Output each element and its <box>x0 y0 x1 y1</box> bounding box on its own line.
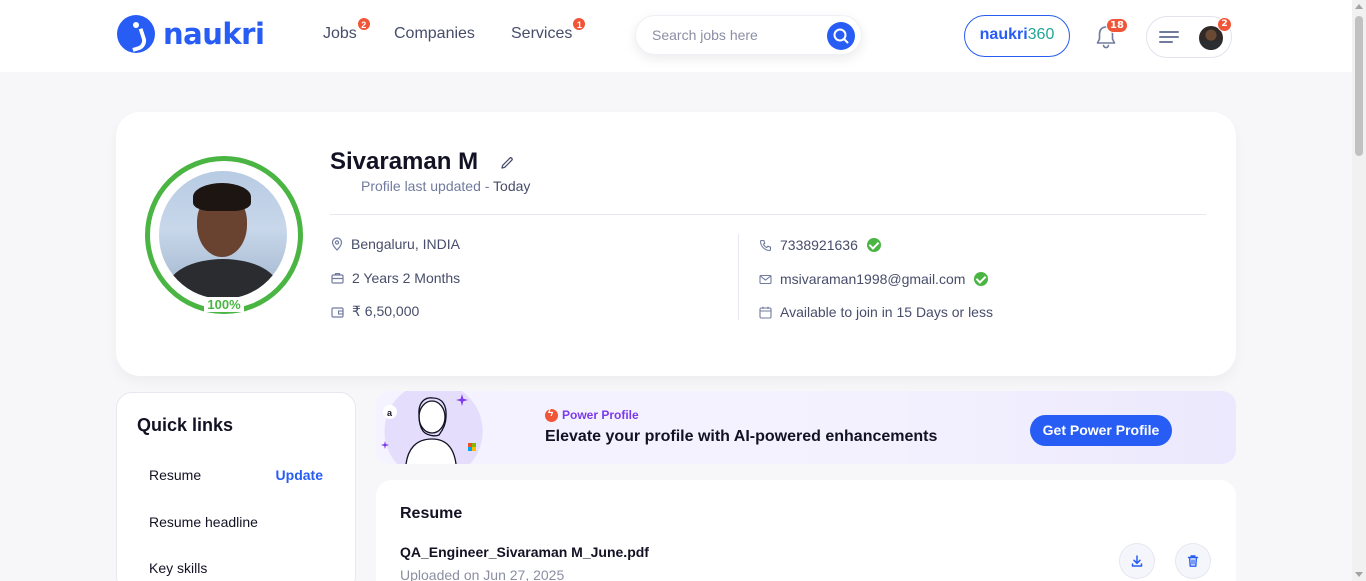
resume-update-link[interactable]: Update <box>276 467 323 483</box>
profile-column-divider <box>738 234 739 320</box>
delete-resume-button[interactable] <box>1175 543 1211 579</box>
top-header: naukri Jobs 2 Companies Services 1 Searc… <box>0 0 1352 72</box>
resume-file-name[interactable]: QA_Engineer_Sivaraman M_June.pdf <box>400 544 649 560</box>
power-profile-banner: a Power Profile Elevate your profile wit… <box>376 391 1236 464</box>
search-icon <box>833 28 849 44</box>
quick-links-panel: Quick links Resume Update Resume headlin… <box>116 392 356 581</box>
experience-text: 2 Years 2 Months <box>352 270 461 286</box>
edit-pencil-icon[interactable] <box>499 155 515 171</box>
updated-label: Profile last updated - <box>361 178 494 194</box>
avatar-badge: 2 <box>1217 17 1232 32</box>
email-verified-icon <box>974 272 989 286</box>
email-text: msivaraman1998@gmail.com <box>780 271 966 287</box>
quick-link-resume-headline[interactable]: Resume headline <box>149 514 258 530</box>
phone-text: 7338921636 <box>780 237 858 253</box>
wallet-icon <box>331 306 344 318</box>
woman-illustration-icon: a <box>381 394 476 464</box>
profile-last-updated: Profile last updated - Today <box>361 178 530 194</box>
resume-card: Resume QA_Engineer_Sivaraman M_June.pdf … <box>376 480 1236 581</box>
power-profile-title: Elevate your profile with AI-powered enh… <box>545 428 938 445</box>
resume-title: Resume <box>400 505 463 522</box>
calendar-icon <box>759 306 772 319</box>
nav-services[interactable]: Services 1 <box>511 17 587 43</box>
quick-link-key-skills[interactable]: Key skills <box>149 560 207 576</box>
scroll-up-arrow-icon[interactable] <box>1355 4 1363 9</box>
hamburger-icon <box>1159 31 1179 43</box>
naukri-logo[interactable]: naukri <box>117 15 265 53</box>
nav-jobs-label: Jobs <box>323 25 357 42</box>
resume-uploaded-date: Uploaded on Jun 27, 2025 <box>400 567 565 581</box>
nav-companies-label: Companies <box>394 25 475 42</box>
nav-companies[interactable]: Companies <box>394 25 475 43</box>
location-pin-icon <box>331 237 343 251</box>
lightning-icon <box>545 408 558 422</box>
nav-jobs-badge: 2 <box>356 17 371 31</box>
page-scrollbar[interactable] <box>1352 0 1366 581</box>
profile-divider <box>330 214 1206 215</box>
briefcase-icon <box>331 273 344 284</box>
location-row: Bengaluru, INDIA <box>331 236 460 252</box>
location-text: Bengaluru, INDIA <box>351 236 460 252</box>
notifications-badge: 18 <box>1106 18 1128 33</box>
get-power-profile-button[interactable]: Get Power Profile <box>1030 415 1172 446</box>
profile-name: Sivaraman M <box>330 148 479 175</box>
naukri-logo-icon <box>117 15 155 53</box>
trash-icon <box>1187 555 1199 567</box>
mail-icon <box>759 274 772 284</box>
notice-period-text: Available to join in 15 Days or less <box>780 304 993 320</box>
profile-photo[interactable] <box>159 171 287 299</box>
nav-services-badge: 1 <box>572 17 587 31</box>
salary-text: ₹ 6,50,000 <box>352 303 420 319</box>
phone-icon <box>759 239 772 251</box>
experience-row: 2 Years 2 Months <box>331 270 460 286</box>
email-row: msivaraman1998@gmail.com <box>759 271 989 287</box>
naukri360-text: naukri <box>979 26 1028 43</box>
search-input[interactable]: Search jobs here <box>652 27 758 43</box>
download-resume-button[interactable] <box>1119 543 1155 579</box>
updated-value: Today <box>493 178 531 194</box>
scroll-down-arrow-icon[interactable] <box>1355 572 1363 577</box>
power-profile-label: Power Profile <box>545 408 639 422</box>
search-button[interactable] <box>827 22 855 50</box>
profile-completion-percent: 100% <box>204 297 244 312</box>
profile-card: 100% Sivaraman M Profile last updated - … <box>116 112 1236 376</box>
quick-links-title: Quick links <box>137 415 234 435</box>
scroll-thumb[interactable] <box>1355 16 1363 156</box>
nav-services-label: Services <box>511 25 573 42</box>
search-bar[interactable]: Search jobs here <box>635 15 862 55</box>
naukri360-button[interactable]: naukri360 <box>964 15 1070 57</box>
quick-link-resume[interactable]: Resume <box>149 467 201 483</box>
download-icon <box>1131 555 1143 567</box>
nav-jobs[interactable]: Jobs 2 <box>323 17 371 43</box>
naukri360-suffix: 360 <box>1027 26 1055 43</box>
salary-row: ₹ 6,50,000 <box>331 303 419 320</box>
notice-period-row: Available to join in 15 Days or less <box>759 304 993 320</box>
phone-verified-icon <box>866 238 881 252</box>
phone-row: 7338921636 <box>759 237 881 253</box>
logo-text: naukri <box>163 17 265 51</box>
power-profile-illustration: a <box>376 391 504 464</box>
power-profile-label-text: Power Profile <box>562 408 639 422</box>
